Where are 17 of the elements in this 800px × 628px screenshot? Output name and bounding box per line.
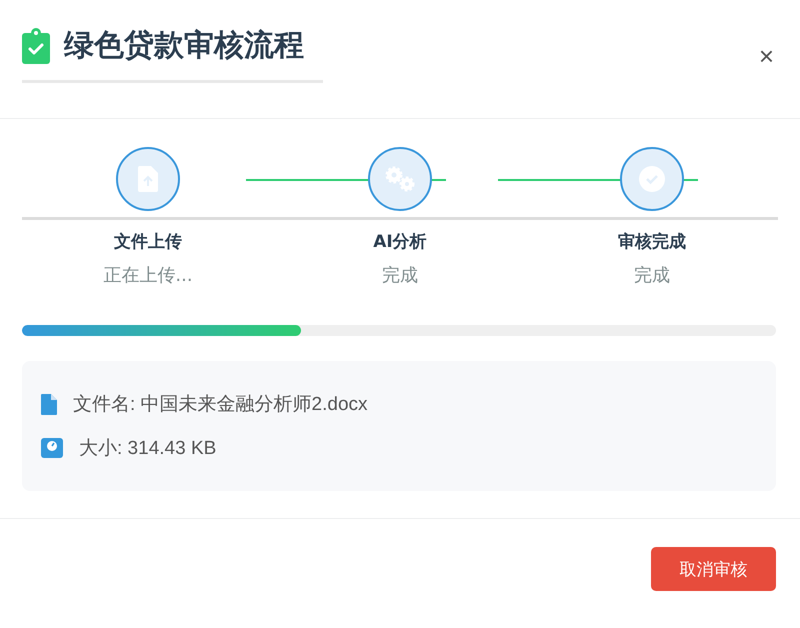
- step-label: 审核完成: [618, 231, 686, 253]
- step-status: 完成: [382, 264, 418, 287]
- gears-icon: [383, 164, 417, 194]
- step-label: 文件上传: [114, 231, 182, 253]
- file-icon: [41, 394, 57, 414]
- file-info-text: 大小: 314.43 KB: [79, 437, 216, 461]
- file-upload-icon: [138, 166, 158, 192]
- step-status: 正在上传...: [103, 264, 193, 287]
- step-label: AI分析: [373, 231, 427, 253]
- clipboard-check-icon: [22, 28, 50, 64]
- weight-scale-icon: [41, 438, 63, 458]
- dialog-title: 绿色贷款审核流程: [64, 27, 304, 65]
- check-circle-icon: [639, 166, 665, 192]
- cancel-button[interactable]: 取消审核: [651, 547, 776, 591]
- step-status: 完成: [634, 264, 670, 287]
- file-info-text: 文件名: 中国未来金融分析师2.docx: [73, 393, 368, 417]
- close-button[interactable]: ×: [754, 43, 778, 69]
